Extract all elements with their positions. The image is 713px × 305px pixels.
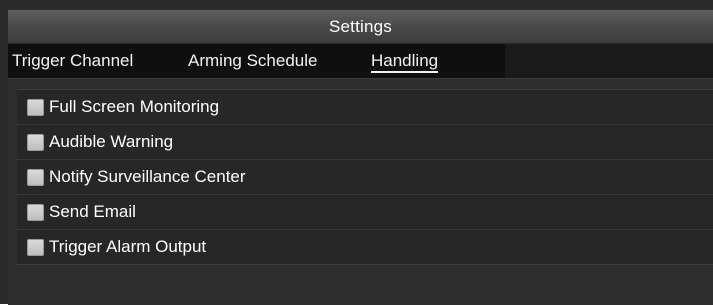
option-label: Notify Surveillance Center: [49, 167, 246, 186]
tab-label: Trigger Channel: [12, 51, 134, 70]
option-label: Send Email: [49, 202, 136, 221]
option-audible-warning[interactable]: Audible Warning: [17, 125, 713, 160]
settings-window: Settings Trigger Channel Arming Schedule…: [0, 0, 713, 305]
option-send-email[interactable]: Send Email: [17, 195, 713, 230]
trigger-alarm-output-checkbox[interactable]: [27, 238, 44, 256]
audible-warning-checkbox[interactable]: [27, 133, 44, 151]
handling-panel: Full Screen Monitoring Audible Warning N…: [8, 78, 713, 305]
option-notify-surveillance-center[interactable]: Notify Surveillance Center: [17, 160, 713, 195]
option-full-screen-monitoring[interactable]: Full Screen Monitoring: [17, 90, 713, 125]
option-trigger-alarm-output[interactable]: Trigger Alarm Output: [17, 230, 713, 264]
tab-label: Arming Schedule: [188, 51, 318, 70]
tab-trigger-channel[interactable]: Trigger Channel: [12, 44, 133, 78]
option-label: Trigger Alarm Output: [49, 237, 207, 256]
send-email-checkbox[interactable]: [27, 203, 44, 221]
tab-arming-schedule[interactable]: Arming Schedule: [188, 44, 317, 78]
tab-bar: Trigger Channel Arming Schedule Handling: [8, 44, 713, 78]
window-title: Settings: [328, 16, 393, 36]
option-label: Audible Warning: [49, 132, 174, 151]
full-screen-monitoring-checkbox[interactable]: [27, 98, 44, 116]
handling-options-list: Full Screen Monitoring Audible Warning N…: [17, 89, 713, 265]
option-label: Full Screen Monitoring: [49, 97, 220, 116]
notify-surveillance-center-checkbox[interactable]: [27, 168, 44, 186]
tab-label: Handling: [371, 51, 439, 73]
title-bar: Settings: [8, 10, 713, 44]
tab-handling[interactable]: Handling: [371, 44, 439, 78]
